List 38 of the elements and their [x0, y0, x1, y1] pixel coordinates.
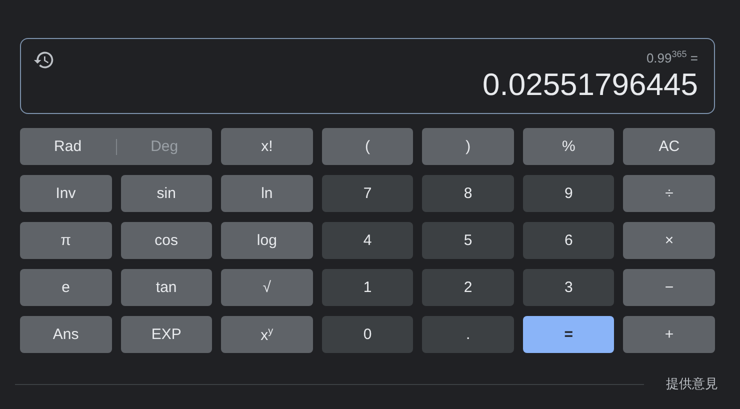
digit-key[interactable]: 2 [422, 269, 514, 306]
digit-key[interactable]: 7 [322, 175, 414, 212]
function-key[interactable]: × [623, 222, 715, 259]
function-key[interactable]: ln [221, 175, 313, 212]
digit-key[interactable]: 3 [522, 269, 614, 306]
function-key[interactable]: sin [120, 175, 212, 212]
function-key[interactable]: √ [221, 269, 313, 306]
digit-key[interactable]: . [422, 316, 514, 353]
history-icon[interactable] [33, 49, 55, 71]
digit-key[interactable]: 6 [522, 222, 614, 259]
function-key[interactable]: e [20, 269, 112, 306]
function-key[interactable]: EXP [120, 316, 212, 353]
function-key[interactable]: AC [623, 128, 715, 165]
equals-key[interactable]: = [522, 316, 614, 353]
function-key[interactable]: π [20, 222, 112, 259]
feedback-link[interactable]: 提供意見 [666, 375, 718, 393]
function-key[interactable]: log [221, 222, 313, 259]
function-key[interactable]: % [522, 128, 614, 165]
function-key[interactable]: x! [221, 128, 313, 165]
function-key[interactable]: ( [322, 128, 414, 165]
function-key[interactable]: + [623, 316, 715, 353]
digit-key[interactable]: 1 [322, 269, 414, 306]
function-key[interactable]: tan [120, 269, 212, 306]
function-key[interactable]: Ans [20, 316, 112, 353]
result-text: 0.02551796445 [482, 67, 698, 104]
function-key[interactable]: ÷ [623, 175, 715, 212]
function-key[interactable]: − [623, 269, 715, 306]
digit-key[interactable]: 9 [522, 175, 614, 212]
angle-mode-option[interactable]: Rad [20, 137, 116, 156]
function-key[interactable]: x$^{y}$ [221, 316, 313, 353]
function-key[interactable]: ) [422, 128, 514, 165]
digit-key[interactable]: 8 [422, 175, 514, 212]
digit-key[interactable]: 4 [322, 222, 414, 259]
digit-key[interactable]: 5 [422, 222, 514, 259]
function-key[interactable]: cos [120, 222, 212, 259]
digit-key[interactable]: 0 [322, 316, 414, 353]
function-key[interactable]: Inv [20, 175, 112, 212]
expression-text: 0.99$^{365}$ = [646, 49, 698, 66]
